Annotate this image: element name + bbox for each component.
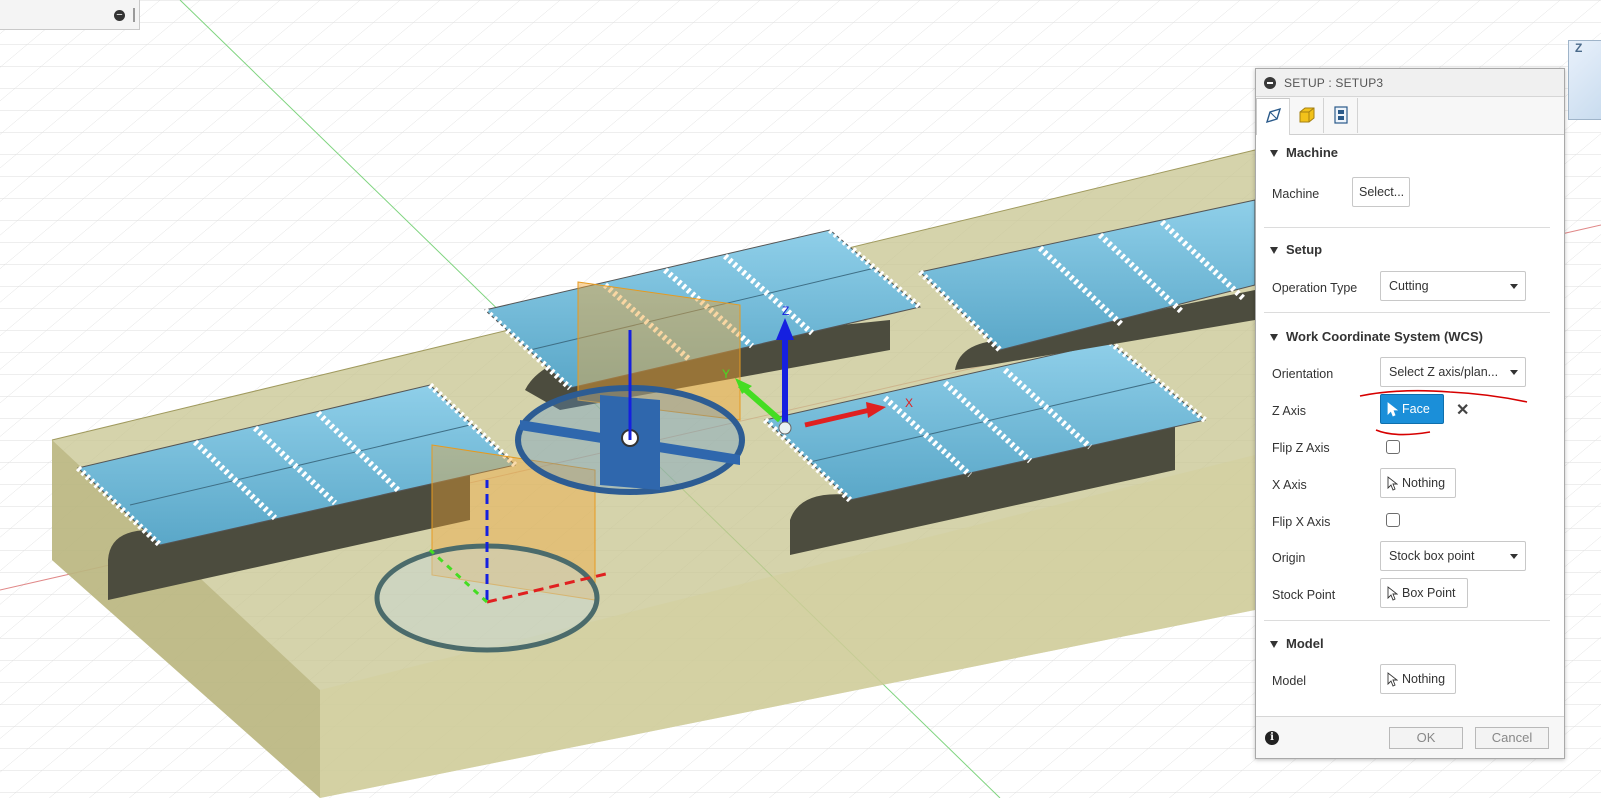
cursor-arrow-icon xyxy=(1387,672,1398,687)
origin-value: Stock box point xyxy=(1389,549,1475,563)
z-axis-label: Z Axis xyxy=(1272,404,1307,418)
orientation-value: Select Z axis/plan... xyxy=(1389,365,1499,379)
model-label: Model xyxy=(1272,674,1307,688)
section-setup-header[interactable]: Setup xyxy=(1270,242,1322,257)
triad-z-label: Z xyxy=(782,304,789,318)
collapse-triangle-icon xyxy=(1270,334,1278,342)
collapse-icon[interactable]: − xyxy=(114,10,125,21)
origin-dropdown[interactable]: Stock box point xyxy=(1380,541,1526,571)
operation-type-label: Operation Type xyxy=(1272,281,1358,295)
tab-stock[interactable] xyxy=(1290,98,1324,133)
model-select-button[interactable]: Nothing xyxy=(1380,664,1456,694)
triad-y-label: Y xyxy=(722,367,730,381)
flip-x-axis-checkbox[interactable] xyxy=(1386,513,1400,527)
dialog-footer: i OK Cancel xyxy=(1256,716,1564,758)
tab-setup[interactable] xyxy=(1256,98,1290,135)
collapse-triangle-icon xyxy=(1270,641,1278,649)
cursor-arrow-icon xyxy=(1387,402,1398,417)
browser-toolbar: − xyxy=(0,0,140,30)
setup-icon xyxy=(1265,107,1282,124)
operation-type-value: Cutting xyxy=(1389,279,1429,293)
cursor-arrow-icon xyxy=(1387,586,1398,601)
toolbar-grip-handle[interactable] xyxy=(133,8,135,22)
z-axis-value: Face xyxy=(1402,402,1430,416)
stock-point-label: Stock Point xyxy=(1272,588,1336,602)
x-axis-value: Nothing xyxy=(1402,476,1446,490)
clear-selection-icon[interactable]: ✕ xyxy=(1456,400,1469,420)
machine-label: Machine xyxy=(1272,187,1320,201)
divider xyxy=(1264,312,1550,313)
flip-x-axis-label: Flip X Axis xyxy=(1272,515,1331,529)
section-wcs-header[interactable]: Work Coordinate System (WCS) xyxy=(1270,329,1483,344)
post-process-icon xyxy=(1334,106,1348,124)
tab-post-process[interactable] xyxy=(1324,98,1358,133)
setup-dialog: SETUP : SETUP3 Machine Machine Select...… xyxy=(1255,68,1565,759)
ok-button[interactable]: OK xyxy=(1389,727,1463,749)
collapse-triangle-icon xyxy=(1270,247,1278,255)
section-model-header[interactable]: Model xyxy=(1270,636,1324,651)
model-value: Nothing xyxy=(1402,672,1446,686)
divider xyxy=(1264,227,1550,228)
view-cube-z-label: Z xyxy=(1575,41,1583,55)
divider xyxy=(1264,620,1550,621)
machine-select-button[interactable]: Select... xyxy=(1352,177,1410,207)
chevron-down-icon xyxy=(1510,554,1518,559)
operation-type-dropdown[interactable]: Cutting xyxy=(1380,271,1526,301)
flip-z-axis-checkbox[interactable] xyxy=(1386,440,1400,454)
collapse-dialog-icon[interactable] xyxy=(1264,77,1276,89)
cancel-button[interactable]: Cancel xyxy=(1475,727,1549,749)
section-machine-header[interactable]: Machine xyxy=(1270,145,1338,160)
x-axis-select-button[interactable]: Nothing xyxy=(1380,468,1456,498)
x-axis-label: X Axis xyxy=(1272,478,1307,492)
origin-label: Origin xyxy=(1272,551,1306,565)
flip-z-axis-label: Flip Z Axis xyxy=(1272,441,1330,455)
stock-point-value: Box Point xyxy=(1402,586,1456,600)
orientation-label: Orientation xyxy=(1272,367,1334,381)
chevron-down-icon xyxy=(1510,284,1518,289)
z-axis-select-button[interactable]: Face xyxy=(1380,394,1444,424)
stock-point-select-button[interactable]: Box Point xyxy=(1380,578,1468,608)
stock-box-icon xyxy=(1299,107,1315,123)
orientation-dropdown[interactable]: Select Z axis/plan... xyxy=(1380,357,1526,387)
dialog-header[interactable]: SETUP : SETUP3 xyxy=(1256,69,1564,97)
triad-x-label: X xyxy=(905,396,913,410)
chevron-down-icon xyxy=(1510,370,1518,375)
cursor-arrow-icon xyxy=(1387,476,1398,491)
collapse-triangle-icon xyxy=(1270,150,1278,158)
view-cube[interactable]: Z xyxy=(1568,40,1601,120)
dialog-title: SETUP : SETUP3 xyxy=(1284,76,1384,90)
info-icon[interactable]: i xyxy=(1265,731,1279,745)
dialog-tabs xyxy=(1256,97,1564,135)
